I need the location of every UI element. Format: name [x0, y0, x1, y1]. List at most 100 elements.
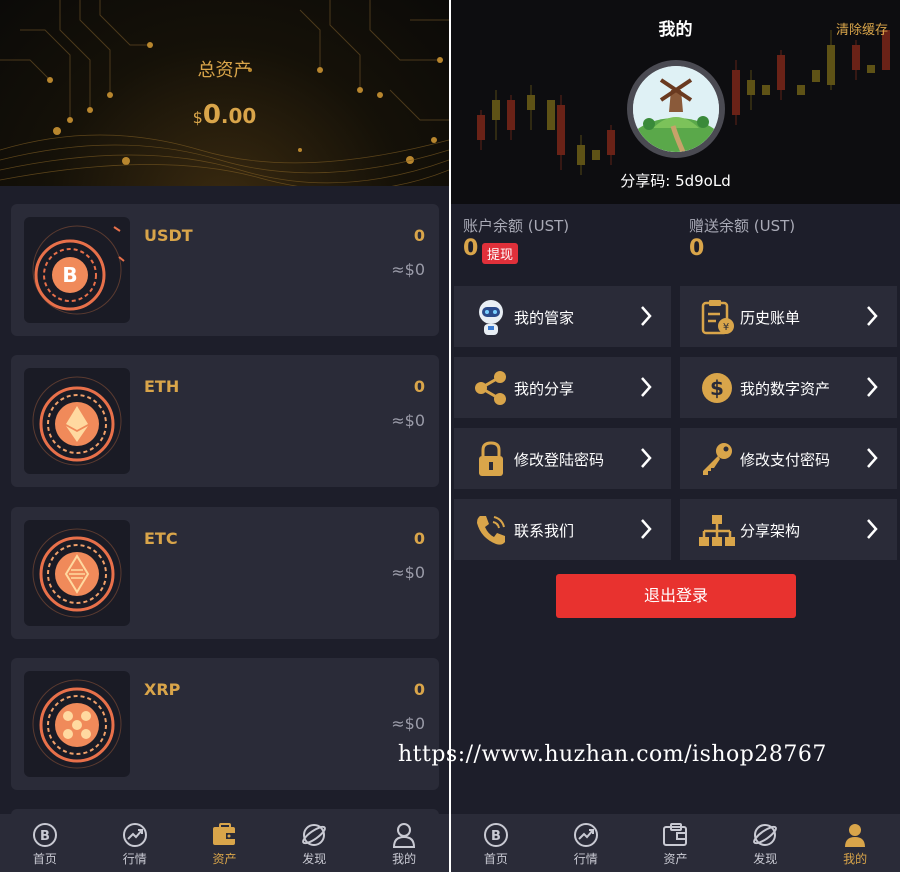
svg-text:B: B: [491, 829, 501, 844]
coin-usd-value: ≈$0: [391, 260, 425, 279]
menu-change-login-password[interactable]: 修改登陆密码: [454, 428, 671, 489]
chevron-right-icon: [867, 519, 878, 539]
avatar[interactable]: [627, 60, 725, 158]
tab-assets[interactable]: 资产: [180, 814, 270, 872]
amount-integer: 0: [202, 100, 221, 130]
share-code: 分享码: 5d9oLd: [620, 172, 731, 190]
key-icon: [703, 443, 732, 475]
tab-label: 发现: [753, 852, 778, 866]
account-balance-label: 账户余额 (UST): [463, 217, 570, 235]
menu-share-structure[interactable]: 分享架构: [680, 499, 897, 560]
coin-name: XRP: [144, 680, 181, 699]
chevron-right-icon: [867, 377, 878, 397]
tab-label: 首页: [32, 852, 57, 866]
coin-quantity: 0: [413, 226, 425, 245]
menu-contact-us[interactable]: 联系我们: [454, 499, 671, 560]
assets-screen: 总资产 $0.00 B USDT 0 ≈$0 ETH 0 ≈$0 ETC 0 ≈…: [0, 0, 449, 872]
tab-mine[interactable]: 我的: [810, 814, 900, 872]
ripple-coin-icon: [24, 671, 130, 777]
tab-home[interactable]: B 首页: [451, 814, 541, 872]
coin-name: ETC: [144, 529, 178, 548]
ethereum-classic-coin-icon: [24, 520, 130, 626]
menu-my-share[interactable]: 我的分享: [454, 357, 671, 418]
gift-balance-value: 0: [689, 236, 705, 261]
tab-market[interactable]: 行情: [90, 814, 180, 872]
logout-button[interactable]: 退出登录: [556, 574, 796, 618]
bitcoin-icon: B: [483, 823, 508, 847]
svg-text:B: B: [40, 829, 50, 844]
coin-name: ETH: [144, 377, 180, 396]
circuit-background: [0, 0, 449, 186]
coin-card-usdt[interactable]: B USDT 0 ≈$0: [11, 204, 439, 336]
total-assets-header: 总资产 $0.00: [0, 0, 449, 186]
org-chart-icon: [699, 515, 735, 546]
chevron-right-icon: [867, 306, 878, 326]
chevron-right-icon: [867, 448, 878, 468]
tab-discover[interactable]: 发现: [269, 814, 359, 872]
menu-label: 修改登陆密码: [514, 451, 605, 469]
coin-usd-value: ≈$0: [391, 563, 425, 582]
menu-digital-assets[interactable]: $ 我的数字资产: [680, 357, 897, 418]
coin-quantity: 0: [413, 377, 425, 396]
total-assets-title: 总资产: [197, 60, 252, 81]
menu-label: 修改支付密码: [740, 451, 831, 469]
planet-icon: [753, 824, 778, 846]
bill-icon: ¥: [701, 300, 734, 335]
amount-decimal: .00: [220, 104, 257, 128]
lock-icon: [479, 441, 503, 476]
coin-card-xrp[interactable]: XRP 0 ≈$0: [11, 658, 439, 790]
coin-usd-value: ≈$0: [391, 411, 425, 430]
chevron-right-icon: [641, 448, 652, 468]
tab-home[interactable]: B 首页: [0, 814, 90, 872]
watermark-text: https://www.huzhan.com/ishop28767: [398, 742, 827, 767]
trend-chart-icon: [122, 823, 147, 847]
dollar-icon: $: [702, 373, 732, 403]
chevron-right-icon: [641, 306, 652, 326]
withdraw-button[interactable]: 提现: [482, 243, 519, 264]
svg-text:B: B: [62, 263, 77, 287]
tab-label: 我的: [392, 852, 417, 866]
tab-market[interactable]: 行情: [541, 814, 631, 872]
coin-name: USDT: [144, 226, 193, 245]
menu-history-bill[interactable]: ¥ 历史账单: [680, 286, 897, 347]
gift-balance-label: 赠送余额 (UST): [689, 217, 796, 235]
tab-label: 发现: [302, 852, 327, 866]
menu-label: 联系我们: [514, 522, 575, 540]
menu-label: 历史账单: [740, 309, 801, 327]
menu-label: 我的分享: [514, 380, 575, 398]
wallet-icon: [213, 823, 236, 845]
coin-card-eth[interactable]: ETH 0 ≈$0: [11, 355, 439, 487]
tab-assets[interactable]: 资产: [631, 814, 721, 872]
trend-chart-icon: [573, 823, 598, 847]
menu-label: 我的管家: [514, 309, 575, 327]
tab-label: 行情: [122, 852, 147, 866]
coin-usd-value: ≈$0: [391, 714, 425, 733]
tab-discover[interactable]: 发现: [720, 814, 810, 872]
clear-cache-link[interactable]: 清除缓存: [836, 19, 888, 38]
chevron-right-icon: [641, 519, 652, 539]
bottom-tab-bar: B 首页 行情 资产 发现 我的: [451, 814, 900, 872]
menu-label: 分享架构: [740, 522, 801, 540]
tab-label: 资产: [663, 852, 688, 866]
tab-label: 首页: [483, 852, 508, 866]
bitcoin-icon: B: [32, 823, 57, 847]
svg-text:$: $: [710, 376, 724, 400]
page-title: 我的: [658, 20, 693, 40]
tab-label: 资产: [212, 852, 237, 866]
bottom-tab-bar: B 首页 行情 资产 发现 我的: [0, 814, 449, 872]
tab-mine[interactable]: 我的: [359, 814, 449, 872]
ethereum-coin-icon: [24, 368, 130, 474]
currency-symbol: $: [192, 108, 203, 127]
bitcoin-coin-icon: B: [24, 217, 130, 323]
share-icon: [475, 371, 506, 405]
menu-change-pay-password[interactable]: 修改支付密码: [680, 428, 897, 489]
phone-icon: [477, 516, 505, 545]
coin-quantity: 0: [413, 680, 425, 699]
profile-header: 我的 清除缓存 分享码: 5d9oLd: [451, 0, 900, 204]
menu-butler[interactable]: 我的管家: [454, 286, 671, 347]
user-icon: [393, 823, 416, 848]
planet-icon: [302, 824, 327, 846]
menu-label: 我的数字资产: [740, 380, 831, 398]
svg-text:¥: ¥: [723, 322, 729, 333]
coin-card-etc[interactable]: ETC 0 ≈$0: [11, 507, 439, 639]
